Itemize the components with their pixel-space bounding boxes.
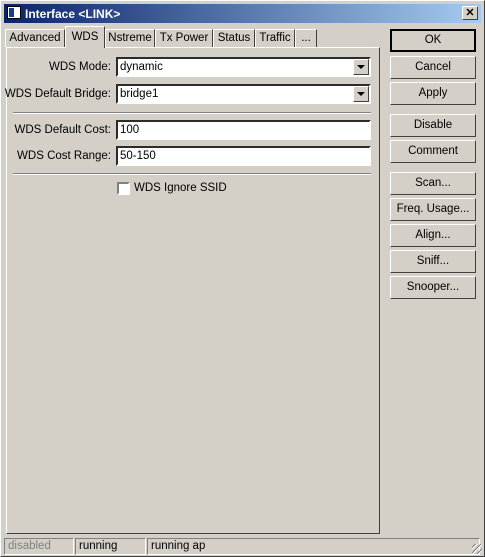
- wds-mode-label: WDS Mode:: [49, 61, 111, 73]
- chevron-down-icon[interactable]: [353, 59, 369, 75]
- status-running: running: [75, 538, 146, 555]
- wds-cost-range-label: WDS Cost Range:: [17, 150, 111, 162]
- ok-button[interactable]: OK: [390, 29, 476, 52]
- tab-label: WDS: [71, 31, 99, 43]
- tab-advanced[interactable]: Advanced: [5, 29, 65, 47]
- disable-button[interactable]: Disable: [390, 114, 476, 137]
- tab-nstreme[interactable]: Nstreme: [105, 29, 155, 47]
- wds-cost-range-input[interactable]: 50-150: [116, 146, 371, 166]
- resize-grip-icon[interactable]: [472, 544, 482, 554]
- window-icon: [7, 6, 21, 19]
- interface-window: Interface <LINK> ✕ Advanced WDS Nstreme …: [0, 0, 485, 557]
- wds-cost-range-value: 50-150: [120, 150, 156, 162]
- scan-button[interactable]: Scan...: [390, 172, 476, 195]
- divider: [13, 112, 371, 114]
- tab-label: Advanced: [9, 32, 61, 44]
- comment-button[interactable]: Comment: [390, 140, 476, 163]
- snooper-button[interactable]: Snooper...: [390, 276, 476, 299]
- chevron-down-icon[interactable]: [353, 86, 369, 102]
- freq-usage-button[interactable]: Freq. Usage...: [390, 198, 476, 221]
- tab-label: ...: [301, 32, 311, 44]
- wds-mode-select[interactable]: dynamic: [116, 57, 371, 77]
- align-button[interactable]: Align...: [390, 224, 476, 247]
- wds-default-cost-value: 100: [120, 124, 140, 136]
- wds-default-bridge-label: WDS Default Bridge:: [4, 88, 111, 100]
- tab-wds[interactable]: WDS: [65, 26, 105, 48]
- wds-default-bridge-select[interactable]: bridge1: [116, 84, 371, 104]
- wds-mode-value: dynamic: [120, 61, 163, 73]
- status-running-ap: running ap: [147, 538, 480, 555]
- divider: [13, 173, 371, 175]
- sniff-button[interactable]: Sniff...: [390, 250, 476, 273]
- tab-label: Traffic: [259, 32, 291, 44]
- wds-ignore-ssid-label: WDS Ignore SSID: [134, 182, 227, 194]
- status-disabled: disabled: [4, 538, 74, 555]
- title-bar[interactable]: Interface <LINK> ✕: [4, 4, 481, 23]
- window-title: Interface <LINK>: [25, 7, 121, 21]
- wds-ignore-ssid-checkbox[interactable]: [117, 182, 130, 195]
- tab-status[interactable]: Status: [213, 29, 255, 47]
- wds-default-cost-input[interactable]: 100: [116, 120, 371, 140]
- tab-label: Tx Power: [159, 32, 209, 44]
- tab-label: Nstreme: [108, 32, 152, 44]
- tab-more[interactable]: ...: [295, 29, 317, 47]
- tab-tx-power[interactable]: Tx Power: [155, 29, 213, 47]
- close-button[interactable]: ✕: [462, 6, 478, 20]
- wds-default-cost-label: WDS Default Cost:: [14, 124, 112, 136]
- tab-traffic[interactable]: Traffic: [255, 29, 295, 47]
- wds-default-bridge-value: bridge1: [120, 88, 159, 100]
- cancel-button[interactable]: Cancel: [390, 56, 476, 79]
- tab-label: Status: [217, 32, 251, 44]
- apply-button[interactable]: Apply: [390, 82, 476, 105]
